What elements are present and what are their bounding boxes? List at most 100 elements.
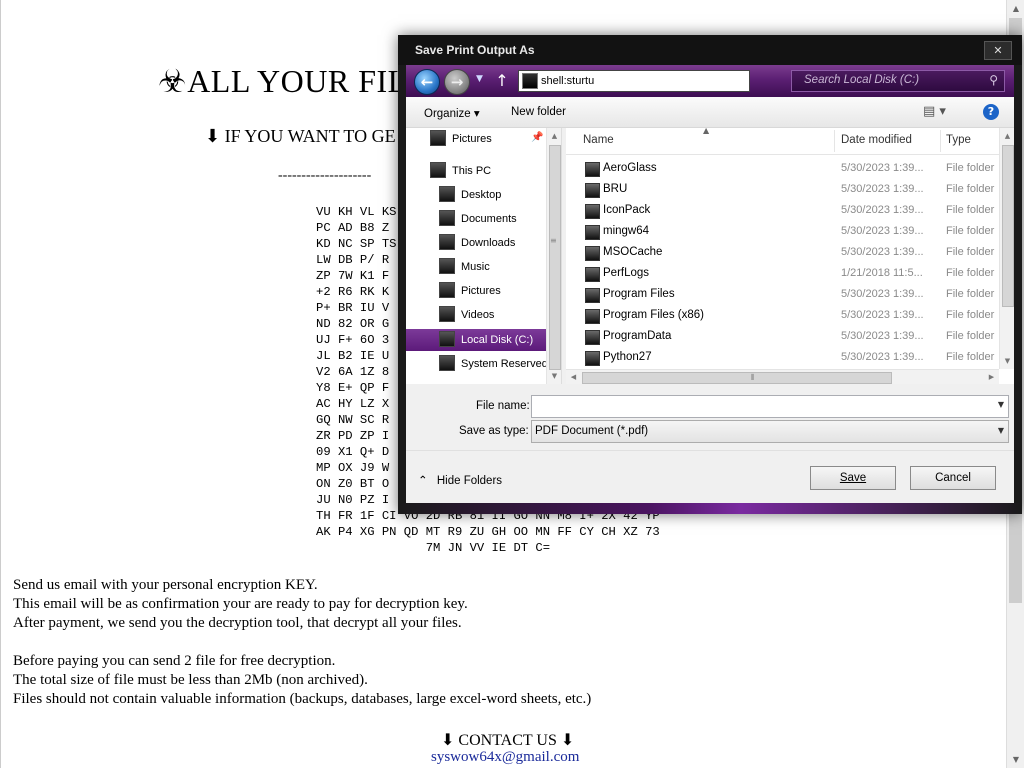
file-row[interactable]: Program Files (x86) 5/30/2023 1:39... File… [566,305,999,326]
file-list-vscrollbar[interactable]: ▲ ▼ [999,128,1014,369]
nav-item[interactable]: Local Disk (C:) [406,329,546,351]
nav-item[interactable]: Documents [439,208,517,230]
save-type-select[interactable]: PDF Document (*.pdf) ▼ [531,420,1009,443]
file-row[interactable]: mingw64 5/30/2023 1:39... File folder [566,221,999,242]
nav-item[interactable]: Music [439,256,490,278]
search-icon[interactable]: ⚲ [989,73,998,87]
drive-icon [439,355,455,372]
file-row[interactable]: MSOCache 5/30/2023 1:39... File folder [566,242,999,263]
nav-item[interactable]: This PC [430,160,491,182]
file-name: Program Files [603,288,675,300]
file-name: MSOCache [603,246,663,258]
hide-folders-label: Hide Folders [436,475,503,487]
scroll-up-arrow-icon[interactable]: ▲ [1000,128,1014,144]
pictures-icon [430,130,446,147]
column-type-header[interactable]: Type [946,134,971,146]
back-arrow-icon[interactable]: ← [414,69,440,95]
close-button[interactable]: ✕ [984,41,1012,60]
message-line: After payment, we send you the decryptio… [13,615,462,631]
nav-scroll-thumb[interactable] [549,145,561,370]
message-line: This email will be as confirmation your … [13,596,468,612]
file-date: 5/30/2023 1:39... [841,204,924,216]
scroll-down-arrow-icon[interactable]: ▼ [1000,353,1014,369]
nav-item[interactable]: Desktop [439,184,501,206]
view-options-icon[interactable]: ▤ ▾ [923,104,946,119]
divider [406,450,1014,451]
pin-icon[interactable]: 📌 [531,132,543,143]
drive-icon [439,331,455,348]
folder-icon [585,288,600,303]
file-row[interactable]: ProgramData 5/30/2023 1:39... File folder [566,326,999,347]
file-row[interactable]: AeroGlass 5/30/2023 1:39... File folder [566,158,999,179]
nav-item-label: Documents [461,213,517,225]
file-list-pane: ▲ Name Date modified Type AeroGlass 5/30/… [566,128,1014,384]
hide-folders-button[interactable]: ⌃ Hide Folders [418,473,502,487]
file-name: ProgramData [603,330,672,342]
file-date: 5/30/2023 1:39... [841,309,924,321]
file-date: 5/30/2023 1:39... [841,330,924,342]
scroll-grip-icon: ⦀ [751,373,755,382]
dialog-titlebar[interactable]: Save Print Output As ✕ [398,35,1022,65]
chevron-down-icon[interactable]: ▼ [998,400,1004,409]
scroll-up-arrow-icon[interactable]: ▲ [547,128,561,144]
recent-locations-chevron-icon[interactable]: ▼ [476,74,483,84]
file-vscroll-thumb[interactable] [1002,145,1014,307]
cancel-button[interactable]: Cancel [910,466,996,490]
organize-button[interactable]: Organize ▾ [424,106,480,120]
scroll-left-arrow-icon[interactable]: ◀ [566,370,581,384]
folder-icon [585,183,600,198]
file-row[interactable]: Program Files 5/30/2023 1:39... File folde… [566,284,999,305]
save-dialog: Save Print Output As ✕ ← → ▼ ↑ Search Lo… [398,35,1022,514]
file-date: 5/30/2023 1:39... [841,246,924,258]
address-box[interactable] [518,70,750,92]
folder-icon [585,351,600,366]
file-name: PerfLogs [603,267,650,279]
save-form: File name: ▼ Save as type: PDF Document … [406,387,1014,503]
nav-item[interactable]: System Reserved [439,353,548,375]
help-icon[interactable]: ? [983,104,999,120]
nav-item[interactable]: Pictures [439,280,501,302]
new-folder-button[interactable]: New folder [511,106,566,118]
save-type-label: Save as type: [459,425,529,437]
folder-icon [585,330,600,345]
nav-item[interactable]: Pictures [430,128,492,150]
nav-scrollbar[interactable]: ▲ ≡ ▼ [546,128,561,384]
scroll-down-arrow-icon[interactable]: ▼ [1007,751,1024,768]
dialog-title: Save Print Output As [415,43,535,57]
file-hscroll-thumb[interactable]: ⦀ [582,372,892,384]
save-button[interactable]: Save [810,466,896,490]
file-row[interactable]: PerfLogs 1/21/2018 11:5... File folder [566,263,999,284]
column-name-header[interactable]: Name [583,134,614,146]
folder-icon [585,309,600,324]
search-box[interactable]: Search Local Disk (C:) ⚲ [791,70,1005,92]
nav-item[interactable]: Videos [439,304,494,326]
file-row[interactable]: IconPack 5/30/2023 1:39... File folder [566,200,999,221]
message-line [13,633,591,652]
column-divider[interactable] [940,130,941,152]
nav-item-label: Music [461,261,490,273]
column-divider[interactable] [834,130,835,152]
address-folder-icon [522,73,538,89]
file-row[interactable]: BRU 5/30/2023 1:39... File folder [566,179,999,200]
forward-arrow-icon[interactable]: → [444,69,470,95]
folder-icon [585,246,600,261]
file-list-hscrollbar[interactable]: ◀ ⦀ ▶ [566,369,999,384]
nav-item[interactable]: Downloads [439,232,515,254]
up-folder-arrow-icon[interactable]: ↑ [492,70,512,92]
folder-icon [585,267,600,282]
folder-icon [585,225,600,240]
scroll-down-arrow-icon[interactable]: ▼ [547,368,561,384]
column-header-row: ▲ Name Date modified Type [566,128,999,155]
documents-icon [439,210,455,227]
scroll-up-arrow-icon[interactable]: ▲ [1007,0,1024,17]
contact-heading: ⬇ CONTACT US ⬇ [441,732,575,749]
contact-email-link[interactable]: syswow64x@gmail.com [431,749,579,766]
search-placeholder: Search Local Disk (C:) [804,74,920,86]
file-type: File folder [946,225,995,237]
scroll-right-arrow-icon[interactable]: ▶ [984,370,999,384]
column-date-header[interactable]: Date modified [841,134,912,146]
chevron-down-icon[interactable]: ▼ [998,426,1004,435]
file-name-input[interactable]: ▼ [531,395,1009,418]
file-row[interactable]: Python27 5/30/2023 1:39... File folder [566,347,999,368]
address-input[interactable] [541,72,746,89]
